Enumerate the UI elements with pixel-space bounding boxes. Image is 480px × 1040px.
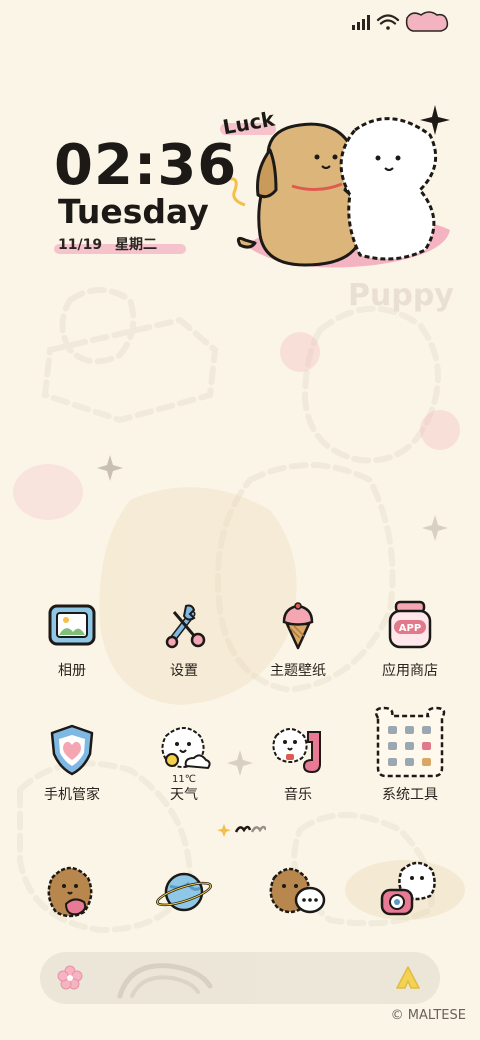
page-dot-bone xyxy=(234,825,252,833)
watermark: © MALTESE xyxy=(390,1008,466,1023)
page-dot-bone xyxy=(250,825,266,833)
music-note-bear-icon xyxy=(272,728,321,774)
app-settings[interactable]: 设置 xyxy=(134,598,234,698)
app-weather[interactable]: 11℃ 天气 xyxy=(134,722,234,822)
app-music[interactable]: 音乐 xyxy=(248,722,348,822)
battery-icon xyxy=(405,11,449,32)
app-label: 系统工具 xyxy=(382,787,438,803)
shield-heart-icon xyxy=(50,724,94,776)
assistant-icon[interactable] xyxy=(394,964,422,992)
messages-puppy-icon[interactable] xyxy=(266,860,330,924)
flower-icon[interactable] xyxy=(56,964,84,992)
signal-icon xyxy=(352,15,370,30)
app-store[interactable]: APP 应用商店 xyxy=(360,598,460,698)
app-store-jar-icon: APP xyxy=(388,600,432,649)
settings-tools-icon xyxy=(165,604,206,649)
tools-folder-icon xyxy=(374,706,446,778)
browser-planet-icon[interactable] xyxy=(152,860,216,924)
app-label: 设置 xyxy=(170,663,198,679)
phone-puppy-icon[interactable] xyxy=(38,860,102,924)
ice-cream-theme-icon xyxy=(282,602,314,650)
clock-day: Tuesday xyxy=(58,192,209,231)
wifi-icon xyxy=(376,14,400,30)
clock-time[interactable]: 02:36 xyxy=(54,135,237,197)
rainbow-doodle-icon xyxy=(117,963,213,999)
app-label: 主题壁纸 xyxy=(270,663,326,679)
app-label: 手机管家 xyxy=(44,787,100,803)
app-system-tools-folder[interactable]: 系统工具 xyxy=(360,706,460,806)
clock-date-value: 11/19 xyxy=(58,237,103,253)
svg-text:APP: APP xyxy=(399,623,421,634)
app-themes[interactable]: 主题壁纸 xyxy=(248,598,348,698)
camera-puppy-icon[interactable] xyxy=(376,860,440,924)
app-label: 相册 xyxy=(58,663,86,679)
app-phone-manager[interactable]: 手机管家 xyxy=(22,722,122,822)
clock-weekday: 星期二 xyxy=(114,237,157,253)
wallpaper-puppy-text: Puppy xyxy=(348,278,454,313)
app-photos[interactable]: 相册 xyxy=(22,598,122,698)
page-dot-active xyxy=(217,824,231,837)
app-label: 音乐 xyxy=(284,787,312,803)
clock-date: 11/19 星期二 xyxy=(54,235,186,255)
page-indicator[interactable] xyxy=(216,822,266,838)
app-label: 应用商店 xyxy=(382,663,438,679)
weather-bear-icon xyxy=(161,727,211,770)
status-bar xyxy=(352,10,462,34)
app-label: 天气 xyxy=(170,787,198,803)
photo-album-icon xyxy=(48,604,96,646)
search-bar[interactable] xyxy=(40,952,440,1004)
